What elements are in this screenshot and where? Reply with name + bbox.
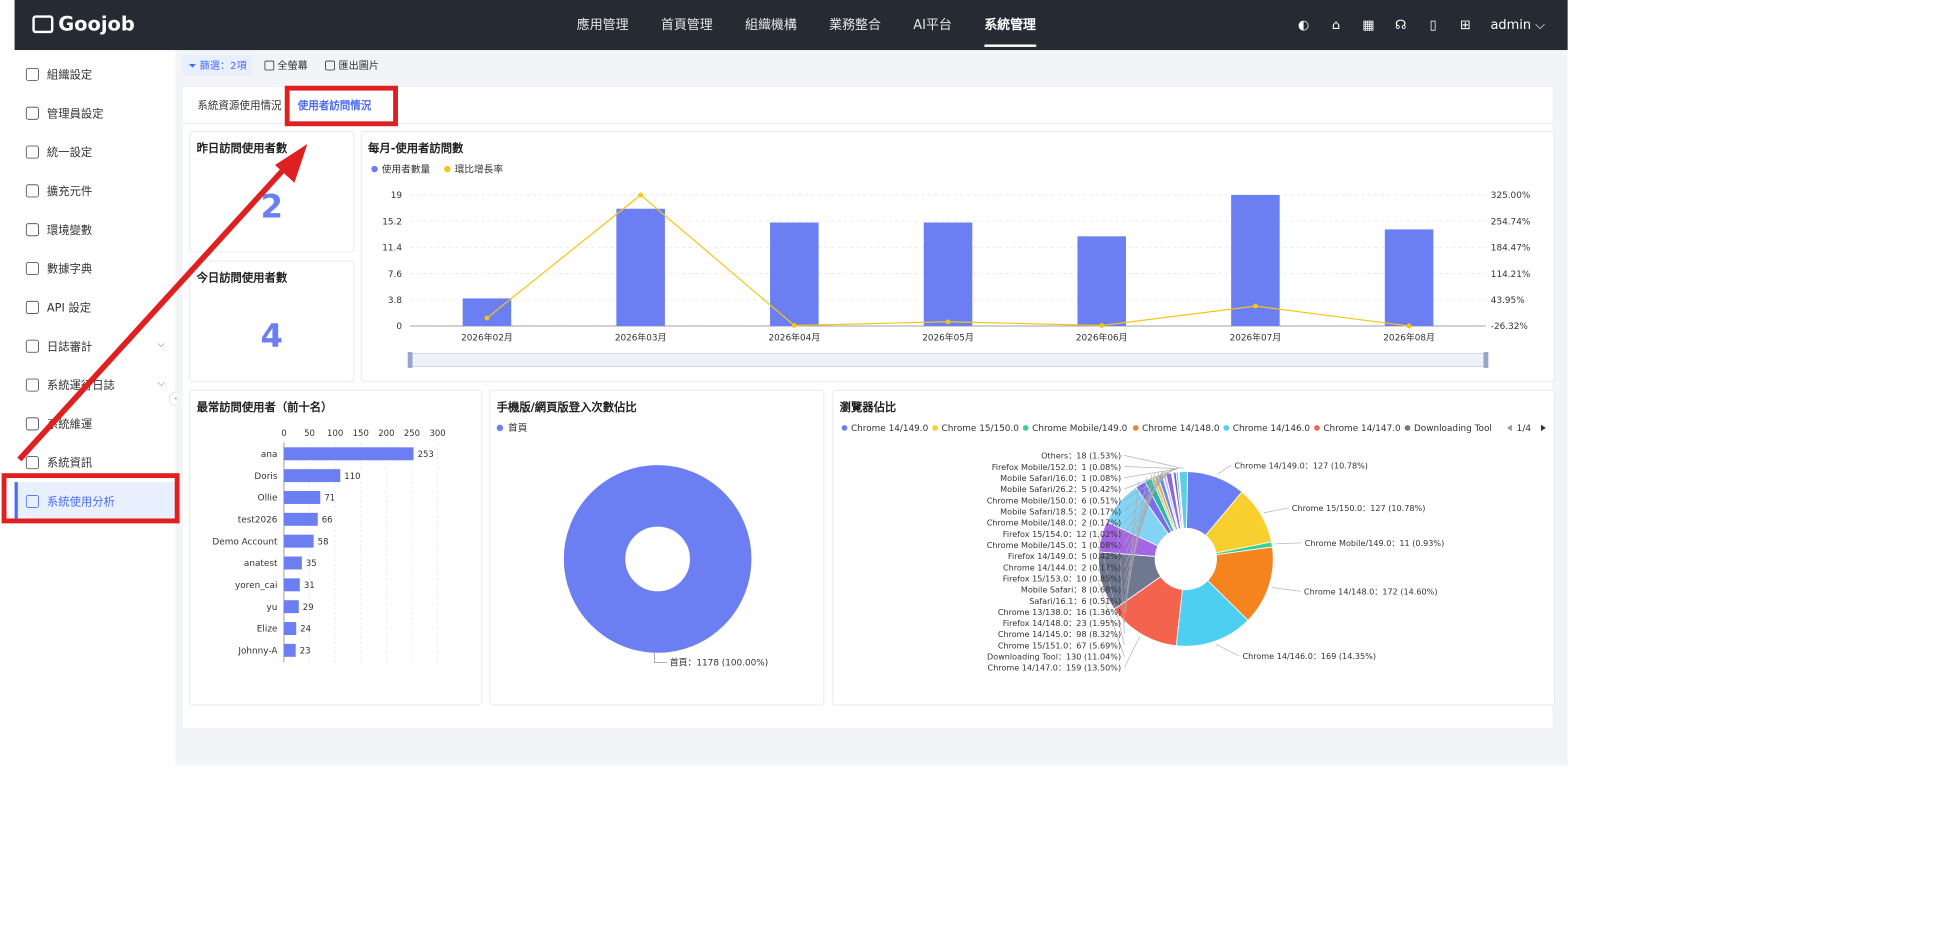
arrow-shaft	[17, 166, 287, 462]
annotation-arrow	[17, 143, 308, 462]
